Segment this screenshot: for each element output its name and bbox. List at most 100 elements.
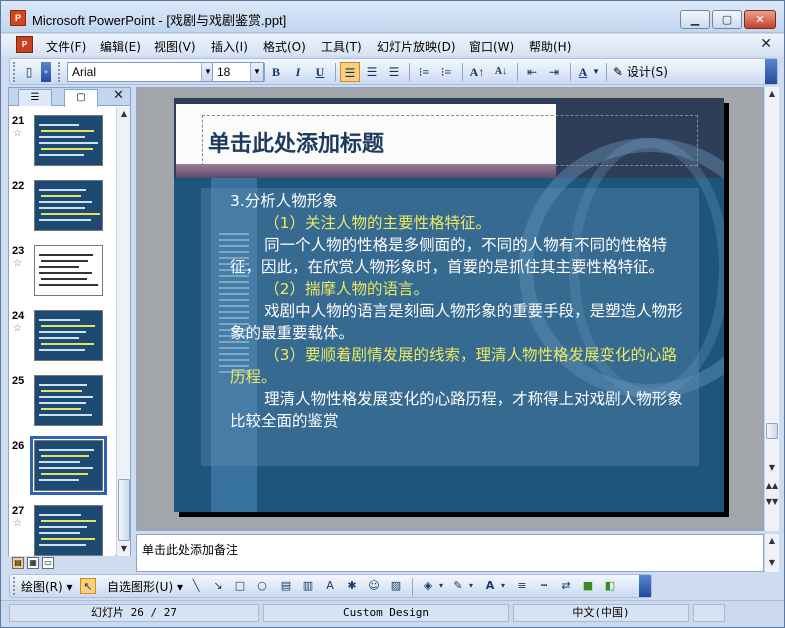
animation-star-icon[interactable]: ☆: [13, 258, 22, 269]
normal-view-icon[interactable]: ▤: [12, 557, 24, 569]
align-right-icon[interactable]: ☰: [384, 62, 404, 82]
numbered-list-icon[interactable]: ⁝≡: [414, 62, 434, 82]
close-icon[interactable]: ✕: [113, 88, 124, 103]
slide-thumbnail-row[interactable]: 22: [9, 180, 115, 240]
chevron-down-icon[interactable]: ▾: [466, 578, 476, 594]
font-color-icon[interactable]: A: [573, 62, 593, 82]
3d-style-icon[interactable]: ◧: [602, 578, 618, 594]
chevron-down-icon[interactable]: ▼: [250, 63, 263, 81]
toolbar-options-icon[interactable]: »: [41, 62, 51, 82]
scroll-down-icon[interactable]: ▼: [765, 556, 779, 570]
decrease-font-icon[interactable]: A↓: [491, 62, 511, 82]
scroll-up-icon[interactable]: ▲: [117, 107, 131, 121]
menu-help[interactable]: 帮助(H): [529, 38, 571, 55]
new-document-icon[interactable]: ▯: [19, 62, 39, 82]
menu-tools[interactable]: 工具(T): [321, 38, 362, 55]
design-button[interactable]: ✎ 设计(S): [613, 62, 668, 82]
slide-thumbnail[interactable]: [34, 310, 103, 361]
select-cursor-icon[interactable]: ↖: [80, 578, 96, 594]
scroll-up-icon[interactable]: ▲: [765, 87, 779, 101]
slide-thumbnail[interactable]: [34, 115, 103, 166]
menu-format[interactable]: 格式(O): [263, 38, 306, 55]
slide-title[interactable]: 单击此处添加标题: [208, 126, 384, 158]
font-size-combo[interactable]: 18 ▼: [212, 62, 264, 82]
minimize-button[interactable]: ▁: [680, 10, 710, 29]
diagram-icon[interactable]: ✱: [344, 578, 360, 594]
slide-thumbnail[interactable]: [30, 436, 107, 495]
toolbar-grip[interactable]: [13, 577, 17, 595]
previous-slide-icon[interactable]: ▲▲: [765, 479, 779, 493]
textbox-icon[interactable]: ▤: [278, 578, 294, 594]
wordart-icon[interactable]: A: [322, 578, 338, 594]
animation-star-icon[interactable]: ☆: [13, 323, 22, 334]
slide-thumbnail-row[interactable]: 25: [9, 375, 115, 435]
oval-icon[interactable]: ○: [254, 578, 270, 594]
align-left-icon[interactable]: ☰: [340, 62, 360, 82]
scroll-down-icon[interactable]: ▼: [117, 542, 131, 556]
slide-thumbnail-row[interactable]: 21 ☆: [9, 115, 115, 175]
vertical-textbox-icon[interactable]: ▥: [300, 578, 316, 594]
close-button[interactable]: ✕: [744, 10, 776, 29]
bold-button[interactable]: B: [266, 62, 286, 82]
slide-body[interactable]: 3.分析人物形象 （1）关注人物的主要性格特征。 同一个人物的性格是多侧面的，不同的…: [230, 190, 690, 432]
animation-star-icon[interactable]: ☆: [13, 128, 22, 139]
thumbnail-scrollbar[interactable]: ▲ ▼: [116, 107, 130, 556]
menu-slideshow[interactable]: 幻灯片放映(D): [377, 38, 456, 55]
decrease-indent-icon[interactable]: ⇤: [522, 62, 542, 82]
font-combo[interactable]: Arial ▼: [67, 62, 215, 82]
next-slide-icon[interactable]: ▼▼: [765, 495, 779, 509]
document-icon[interactable]: P: [16, 36, 33, 53]
scroll-up-icon[interactable]: ▲: [765, 534, 779, 548]
notes-placeholder[interactable]: 单击此处添加备注: [142, 541, 238, 558]
line-color-icon[interactable]: ✎: [450, 578, 466, 594]
scroll-thumb[interactable]: [118, 479, 130, 541]
slide-thumbnail-row[interactable]: 24 ☆: [9, 310, 115, 370]
scroll-thumb[interactable]: [766, 423, 778, 439]
slide-thumbnail-row[interactable]: 26: [9, 436, 115, 500]
align-center-icon[interactable]: ☰: [362, 62, 382, 82]
slide-scrollbar[interactable]: ▲ ▼ ▲▲ ▼▼: [764, 87, 779, 531]
underline-button[interactable]: U: [310, 62, 330, 82]
scroll-down-icon[interactable]: ▼: [765, 461, 779, 475]
slide-sorter-icon[interactable]: ▦: [27, 557, 39, 569]
dash-style-icon[interactable]: ┅: [536, 578, 552, 594]
arrow-style-icon[interactable]: ⇄: [558, 578, 574, 594]
menu-file[interactable]: 文件(F): [46, 38, 86, 55]
menu-window[interactable]: 窗口(W): [469, 38, 514, 55]
slide-thumbnail[interactable]: [34, 180, 103, 231]
fill-color-icon[interactable]: ◈: [420, 578, 436, 594]
chevron-down-icon[interactable]: ▾: [498, 578, 508, 594]
draw-menu-button[interactable]: 绘图(R) ▾: [21, 578, 73, 595]
rectangle-icon[interactable]: □: [232, 578, 248, 594]
bullet-list-icon[interactable]: ⁝≡: [436, 62, 456, 82]
chevron-down-icon[interactable]: ▾: [436, 578, 446, 594]
slide-thumbnail-row[interactable]: 27 ☆: [9, 505, 115, 556]
slide-thumbnail[interactable]: [34, 505, 103, 556]
slides-tab[interactable]: ▢: [64, 89, 98, 107]
menu-insert[interactable]: 插入(I): [211, 38, 248, 55]
slide-thumbnail[interactable]: [34, 245, 103, 296]
font-color-icon[interactable]: A: [482, 578, 498, 594]
line-style-icon[interactable]: ≡: [514, 578, 530, 594]
document-close-icon[interactable]: ✕: [760, 36, 772, 52]
toolbar-options-icon[interactable]: [765, 59, 777, 84]
toolbar-grip[interactable]: [13, 62, 17, 82]
notes-scrollbar[interactable]: ▲ ▼: [764, 534, 779, 572]
toolbar-options-icon[interactable]: [639, 575, 651, 597]
menu-view[interactable]: 视图(V): [154, 38, 196, 55]
line-icon[interactable]: ╲: [188, 578, 204, 594]
arrow-icon[interactable]: ↘: [210, 578, 226, 594]
slideshow-view-icon[interactable]: ▭: [42, 557, 54, 569]
increase-font-icon[interactable]: A↑: [467, 62, 487, 82]
menu-edit[interactable]: 编辑(E): [100, 38, 141, 55]
shadow-icon[interactable]: ■: [580, 578, 596, 594]
slide-thumbnail[interactable]: [34, 375, 103, 426]
toolbar-grip[interactable]: [58, 62, 62, 82]
picture-icon[interactable]: ▨: [388, 578, 404, 594]
increase-indent-icon[interactable]: ⇥: [544, 62, 564, 82]
autoshapes-button[interactable]: 自选图形(U) ▾: [107, 578, 183, 595]
maximize-button[interactable]: ▢: [712, 10, 742, 29]
chevron-down-icon[interactable]: ▼: [591, 62, 601, 82]
outline-tab[interactable]: ☰: [18, 89, 52, 106]
powerpoint-icon[interactable]: P: [10, 10, 26, 26]
